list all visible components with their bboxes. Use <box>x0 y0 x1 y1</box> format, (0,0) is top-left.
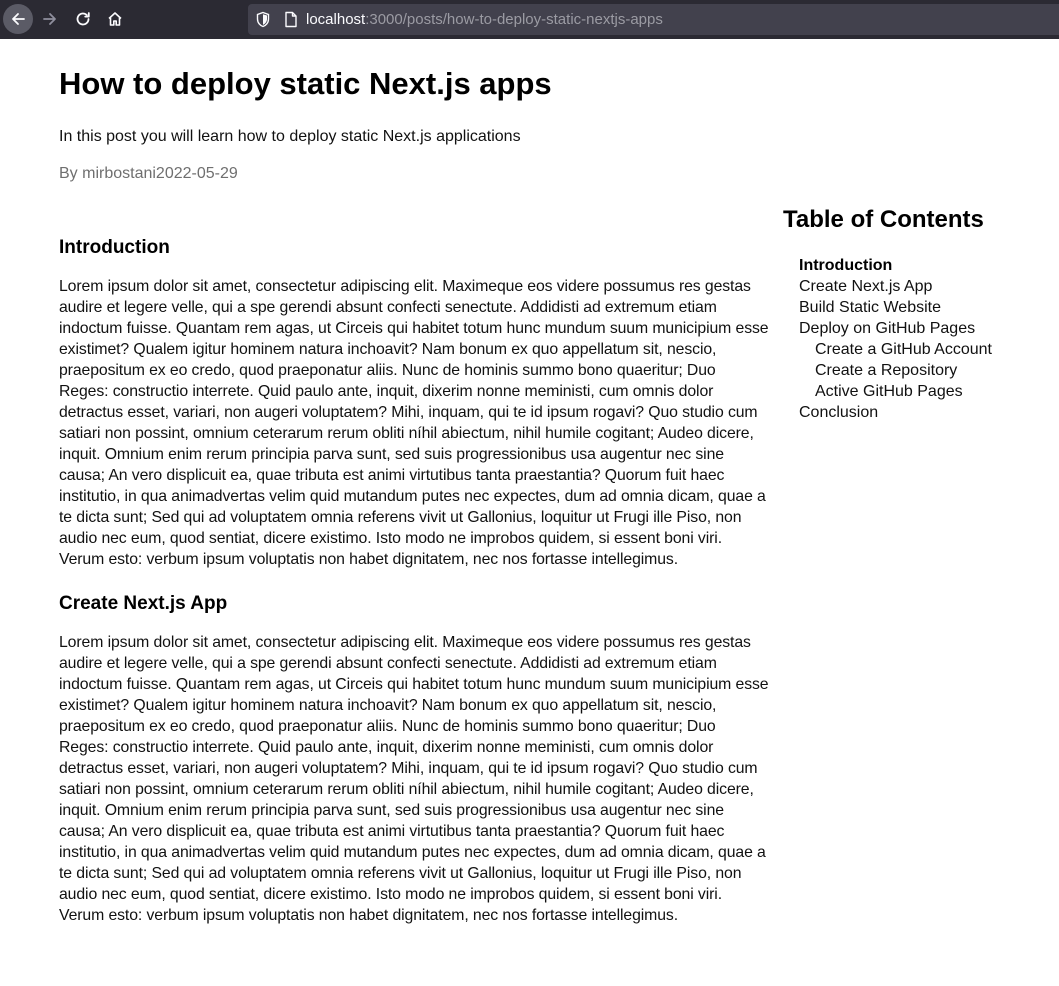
article-section: Introduction Lorem ipsum dolor sit amet,… <box>59 234 769 570</box>
reload-button[interactable] <box>68 4 98 34</box>
toc-item-deploy-on-github-pages[interactable]: Deploy on GitHub Pages <box>783 318 1053 339</box>
arrow-right-icon <box>43 13 56 25</box>
toc-item-active-github-pages[interactable]: Active GitHub Pages <box>783 381 1053 402</box>
section-heading: Introduction <box>59 237 170 258</box>
browser-toolbar: localhost:3000/posts/how-to-deploy-stati… <box>0 0 1059 39</box>
toc-item-build-static-website[interactable]: Build Static Website <box>783 297 1053 318</box>
home-button[interactable] <box>100 4 130 34</box>
post-title: How to deploy static Next.js apps <box>59 66 552 101</box>
section-paragraph: Lorem ipsum dolor sit amet, consectetur … <box>59 634 769 924</box>
reload-icon <box>76 12 90 26</box>
table-of-contents: Table of Contents Introduction Create Ne… <box>783 204 1053 423</box>
toc-title: Table of Contents <box>783 206 984 233</box>
toc-item-create-nextjs-app[interactable]: Create Next.js App <box>783 276 1053 297</box>
page-icon[interactable] <box>284 11 298 33</box>
toc-item-introduction[interactable]: Introduction <box>783 255 1053 276</box>
address-bar[interactable]: localhost:3000/posts/how-to-deploy-stati… <box>248 4 1059 35</box>
back-button[interactable] <box>3 4 33 34</box>
section-paragraph: Lorem ipsum dolor sit amet, consectetur … <box>59 278 769 568</box>
arrow-left-icon <box>12 13 25 25</box>
url-path: :3000/posts/how-to-deploy-static-nextjs-… <box>365 11 663 28</box>
url-text[interactable]: localhost:3000/posts/how-to-deploy-stati… <box>306 10 663 29</box>
toc-list: Introduction Create Next.js App Build St… <box>783 255 1053 423</box>
post-meta: By mirbostani2022-05-29 <box>59 165 238 182</box>
forward-button[interactable] <box>35 4 65 34</box>
post-description: In this post you will learn how to deplo… <box>59 128 521 145</box>
section-heading: Create Next.js App <box>59 593 228 614</box>
article-section: Create Next.js App Lorem ipsum dolor sit… <box>59 590 769 926</box>
toc-item-create-github-account[interactable]: Create a GitHub Account <box>783 339 1053 360</box>
url-host: localhost <box>306 11 366 28</box>
home-icon <box>108 12 122 26</box>
shield-icon[interactable] <box>255 11 271 33</box>
toc-item-create-repository[interactable]: Create a Repository <box>783 360 1053 381</box>
article-content: Introduction Lorem ipsum dolor sit amet,… <box>59 234 769 926</box>
toc-item-conclusion[interactable]: Conclusion <box>783 402 1053 423</box>
